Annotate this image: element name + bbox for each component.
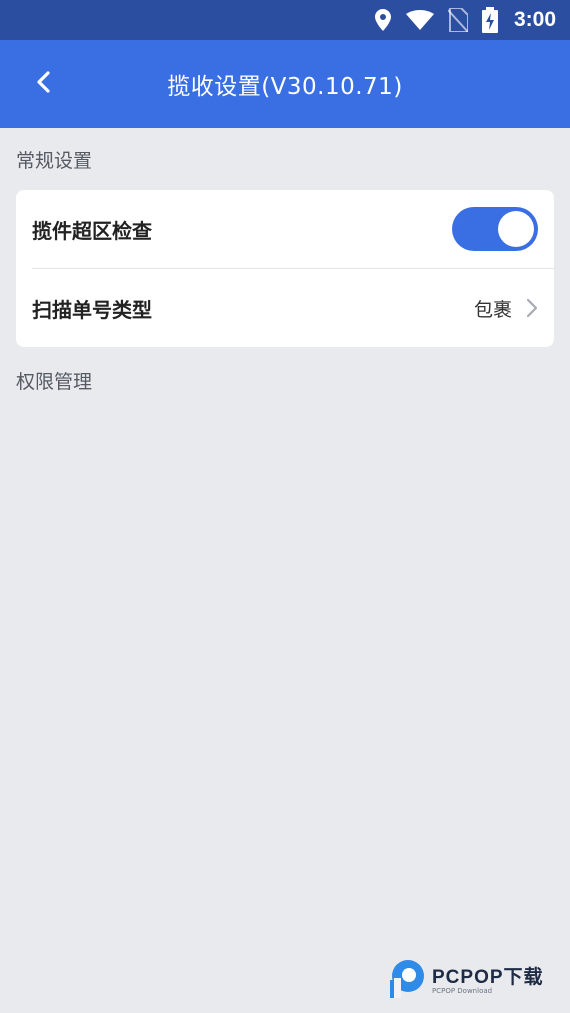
over-area-check-toggle[interactable]: [452, 207, 538, 251]
settings-row-over-area-check: 揽件超区检查: [16, 190, 554, 268]
status-bar: 3:00: [0, 0, 570, 40]
wifi-icon: [405, 10, 434, 30]
battery-charging-icon: [481, 7, 498, 33]
watermark: PCPOP下载 PCPOP Download: [388, 956, 564, 1000]
status-time: 3:00: [513, 8, 556, 31]
page-title: 揽收设置(V30.10.71): [167, 74, 403, 100]
section-label-general: 常规设置: [16, 150, 93, 172]
pcpop-logo-icon: [388, 958, 428, 998]
no-sim-icon: [447, 8, 468, 32]
chevron-left-icon: [36, 71, 52, 97]
watermark-sub: PCPOP Download: [432, 986, 493, 995]
toggle-knob: [498, 211, 534, 247]
location-icon: [374, 9, 392, 31]
scan-type-value: 包裹: [473, 298, 512, 321]
app-bar: 揽收设置(V30.10.71): [0, 40, 570, 128]
settings-row-scan-type[interactable]: 扫描单号类型 包裹: [16, 269, 554, 347]
chevron-right-icon: [526, 298, 538, 318]
setting-label: 扫描单号类型: [32, 297, 152, 322]
back-button[interactable]: [26, 66, 62, 102]
watermark-main: PCPOP下载: [432, 966, 544, 988]
general-settings-card: 揽件超区检查 扫描单号类型 包裹: [16, 190, 554, 347]
setting-label: 揽件超区检查: [32, 218, 152, 243]
section-label-permissions[interactable]: 权限管理: [16, 367, 92, 394]
